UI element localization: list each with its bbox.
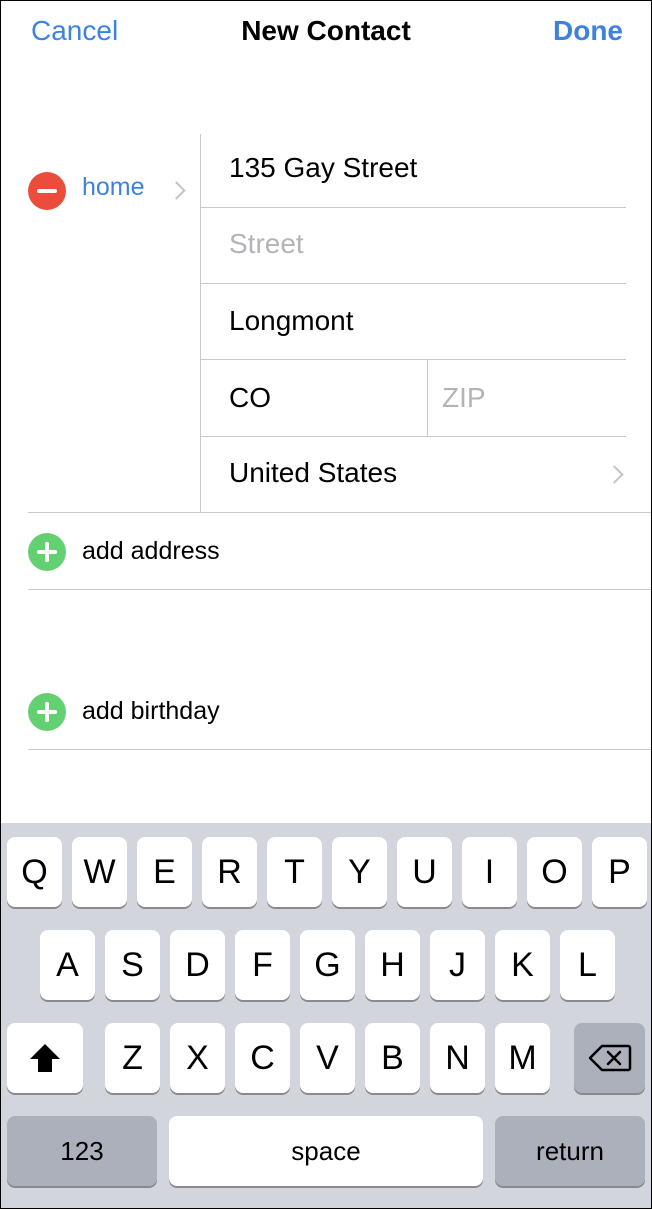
- remove-address-icon[interactable]: [28, 172, 66, 210]
- divider: [200, 207, 626, 208]
- key-w[interactable]: W: [72, 837, 127, 907]
- key-v[interactable]: V: [300, 1023, 355, 1093]
- key-e[interactable]: E: [137, 837, 192, 907]
- key-q[interactable]: Q: [7, 837, 62, 907]
- divider: [200, 359, 626, 360]
- space-key[interactable]: space: [169, 1116, 483, 1186]
- shift-icon: [30, 1044, 60, 1072]
- key-x[interactable]: X: [170, 1023, 225, 1093]
- key-h[interactable]: H: [365, 930, 420, 1000]
- chevron-right-icon[interactable]: [605, 465, 624, 484]
- country-field[interactable]: United States: [229, 457, 397, 489]
- key-u[interactable]: U: [397, 837, 452, 907]
- key-t[interactable]: T: [267, 837, 322, 907]
- return-key[interactable]: return: [495, 1116, 645, 1186]
- state-field[interactable]: CO: [229, 382, 271, 414]
- numbers-key[interactable]: 123: [7, 1116, 157, 1186]
- shift-key[interactable]: [7, 1023, 83, 1093]
- key-r[interactable]: R: [202, 837, 257, 907]
- nav-bar: Cancel New Contact Done: [1, 1, 651, 67]
- key-i[interactable]: I: [462, 837, 517, 907]
- backspace-icon: [588, 1044, 631, 1072]
- key-k[interactable]: K: [495, 930, 550, 1000]
- address-divider-vertical: [200, 134, 201, 513]
- key-b[interactable]: B: [365, 1023, 420, 1093]
- add-birthday-icon[interactable]: [28, 693, 66, 731]
- zip-field[interactable]: ZIP: [442, 382, 486, 414]
- address-type-label[interactable]: home: [82, 173, 145, 202]
- key-m[interactable]: M: [495, 1023, 550, 1093]
- key-o[interactable]: O: [527, 837, 582, 907]
- state-zip-divider: [427, 360, 428, 436]
- add-address-button[interactable]: add address: [82, 537, 220, 566]
- key-n[interactable]: N: [430, 1023, 485, 1093]
- key-j[interactable]: J: [430, 930, 485, 1000]
- done-button[interactable]: Done: [553, 15, 623, 47]
- divider: [28, 749, 651, 750]
- key-l[interactable]: L: [560, 930, 615, 1000]
- delete-key[interactable]: [574, 1023, 645, 1093]
- key-s[interactable]: S: [105, 930, 160, 1000]
- key-z[interactable]: Z: [105, 1023, 160, 1093]
- divider: [200, 283, 626, 284]
- chevron-right-icon[interactable]: [167, 181, 186, 200]
- key-a[interactable]: A: [40, 930, 95, 1000]
- key-c[interactable]: C: [235, 1023, 290, 1093]
- add-birthday-button[interactable]: add birthday: [82, 697, 220, 726]
- city-field[interactable]: Longmont: [229, 305, 354, 337]
- divider: [200, 436, 626, 437]
- key-y[interactable]: Y: [332, 837, 387, 907]
- key-p[interactable]: P: [592, 837, 647, 907]
- street2-field[interactable]: Street: [229, 228, 304, 260]
- key-d[interactable]: D: [170, 930, 225, 1000]
- divider: [28, 589, 651, 590]
- key-f[interactable]: F: [235, 930, 290, 1000]
- new-contact-screen: Cancel New Contact Done home 135 Gay Str…: [0, 0, 652, 1209]
- divider: [28, 512, 651, 513]
- key-g[interactable]: G: [300, 930, 355, 1000]
- street-field[interactable]: 135 Gay Street: [229, 152, 417, 184]
- keyboard: Q W E R T Y U I O P A S D F G H J K L Z …: [1, 823, 651, 1208]
- add-address-icon[interactable]: [28, 533, 66, 571]
